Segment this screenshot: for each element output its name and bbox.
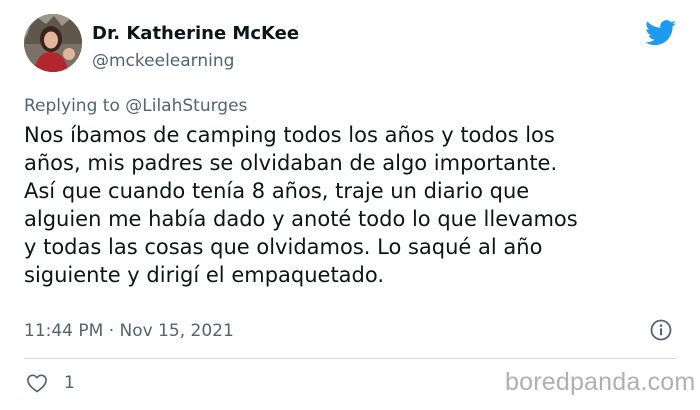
twitter-bird-icon[interactable] — [645, 20, 677, 46]
tweet-line: alguien me había dado y anoté todo lo qu… — [24, 207, 578, 231]
tweet-line: y todas las cosas que olvidamos. Lo saqu… — [24, 235, 543, 259]
tweet-line: Nos íbamos de camping todos los años y t… — [24, 123, 555, 147]
info-icon[interactable] — [650, 319, 672, 341]
replying-to: Replying to @LilahSturges — [24, 96, 247, 116]
author-name[interactable]: Dr. Katherine McKee — [92, 23, 299, 44]
author-handle[interactable]: @mckeelearning — [92, 51, 234, 71]
tweet-line: siguiente y dirigí el empaquetado. — [24, 263, 385, 287]
tweet-line: años, mis padres se olvidaban de algo im… — [24, 151, 558, 175]
like-count: 1 — [64, 373, 75, 393]
tweet-line: Así que cuando tenía 8 años, traje un di… — [24, 179, 530, 203]
replying-to-label: Replying to — [24, 96, 120, 116]
watermark: boredpanda.com — [505, 368, 696, 396]
replying-to-handle[interactable]: @LilahSturges — [125, 96, 247, 116]
divider — [24, 358, 676, 359]
tweet-text: Nos íbamos de camping todos los años y t… — [24, 121, 684, 289]
heart-icon[interactable] — [26, 373, 48, 393]
avatar[interactable] — [24, 14, 82, 72]
tweet-timestamp[interactable]: 11:44 PM · Nov 15, 2021 — [24, 321, 234, 341]
